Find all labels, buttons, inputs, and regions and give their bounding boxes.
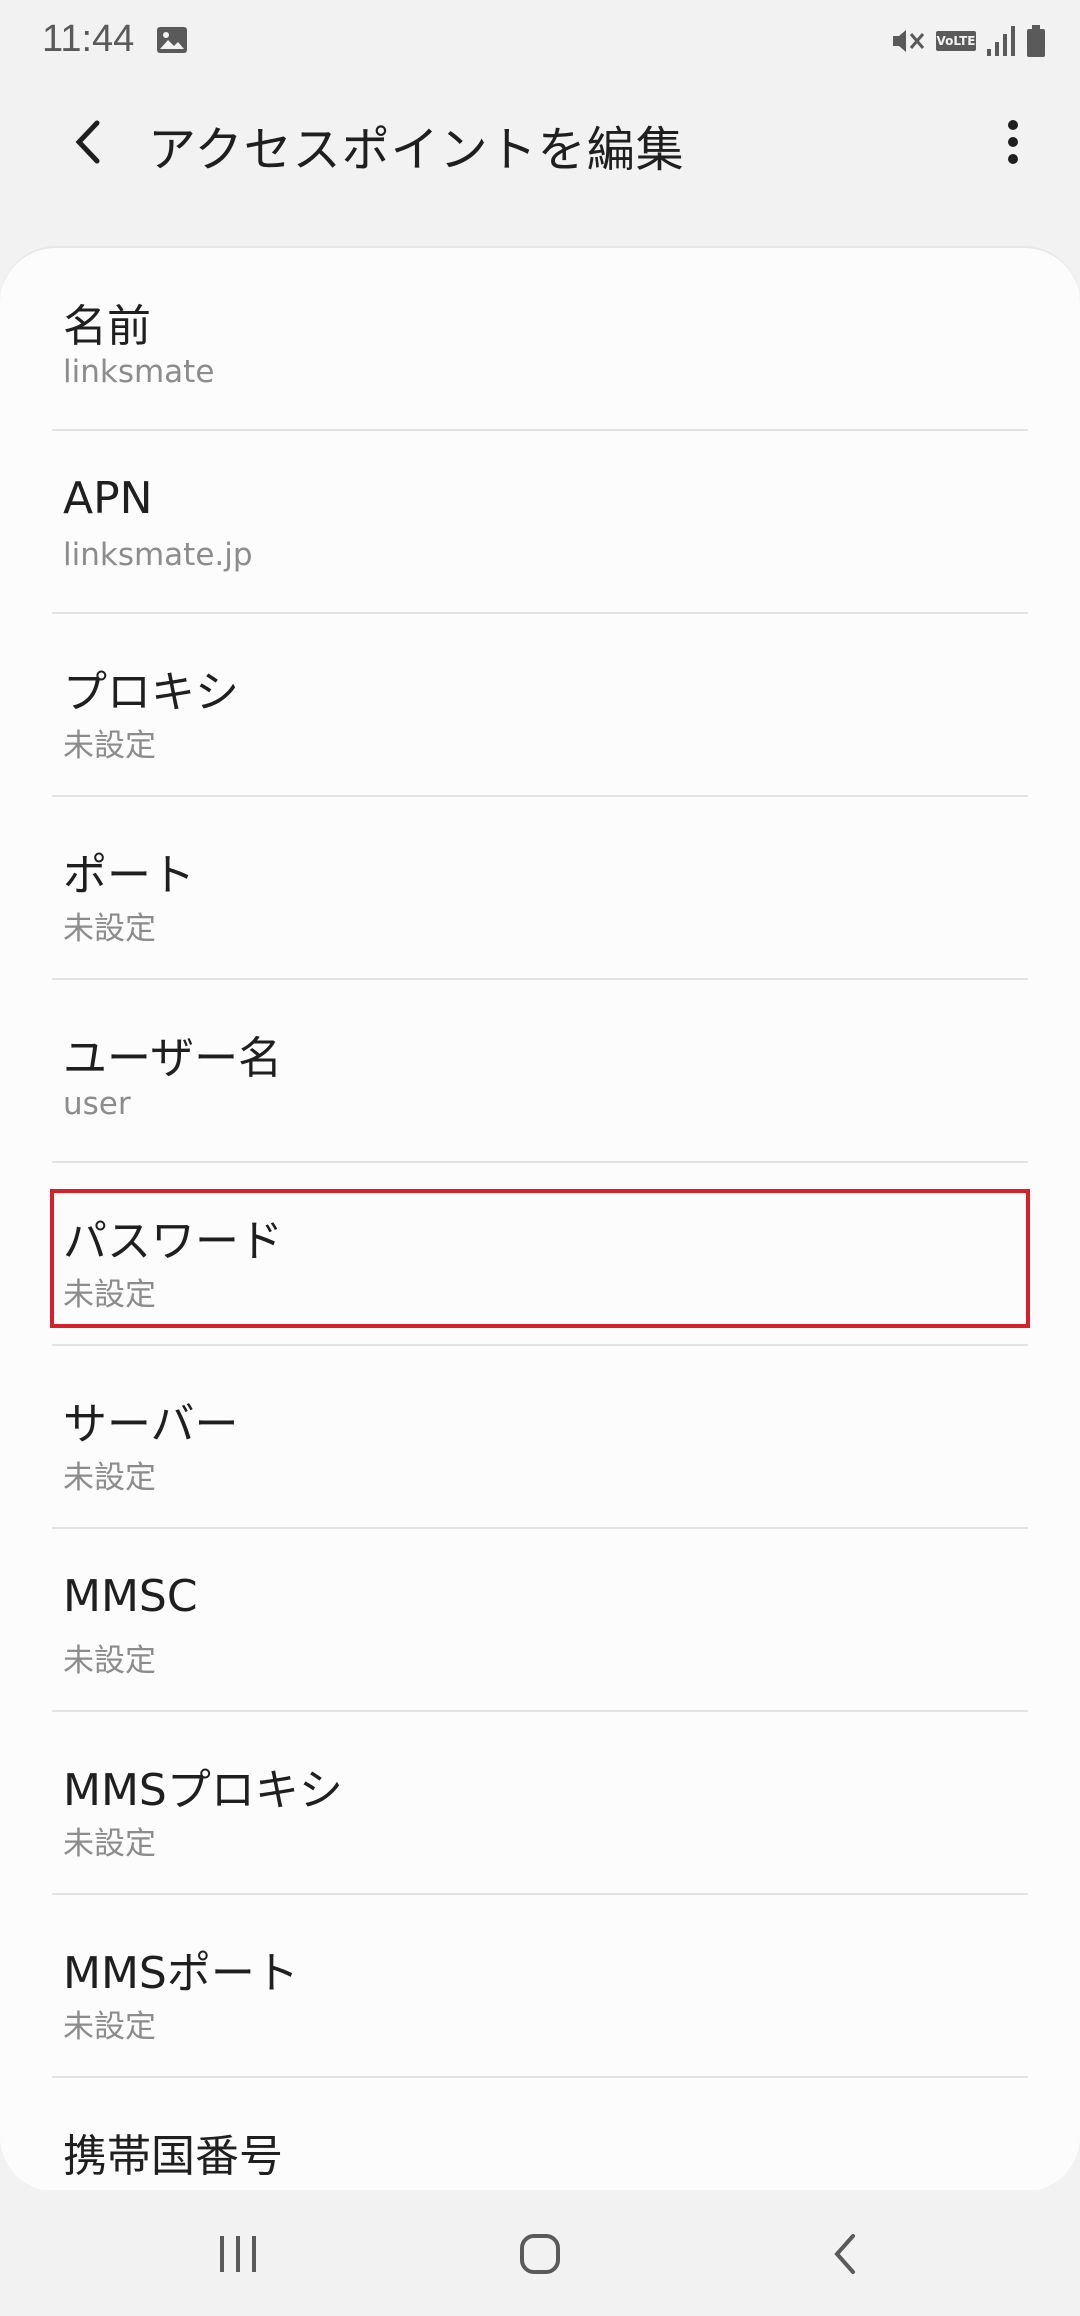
item-title: MMSC (63, 1571, 198, 1622)
chevron-left-icon (75, 120, 100, 164)
item-value: 未設定 (63, 911, 156, 947)
list-item-username[interactable]: ユーザー名 user (0, 980, 1080, 1163)
list-item-proxy[interactable]: プロキシ 未設定 (0, 614, 1080, 797)
recent-apps-icon (220, 2236, 256, 2272)
signal-icon (987, 26, 1015, 56)
item-value: linksmate (63, 354, 215, 390)
status-bar: 11:44 VoLTE (0, 0, 1080, 82)
list-item-server[interactable]: サーバー 未設定 (0, 1346, 1080, 1529)
list-item-mms-proxy[interactable]: MMSプロキシ 未設定 (0, 1712, 1080, 1895)
back-nav-button[interactable] (804, 2216, 884, 2292)
page-title: アクセスポイントを編集 (148, 122, 685, 178)
item-title: APN (63, 473, 153, 524)
item-value: 未設定 (63, 2009, 156, 2045)
item-title: サーバー (63, 1399, 239, 1450)
item-value: 未設定 (63, 1826, 156, 1862)
item-title: ユーザー名 (63, 1033, 283, 1084)
item-title: 名前 (63, 301, 151, 352)
navigation-bar (0, 2190, 1080, 2316)
gallery-icon (157, 27, 187, 53)
item-value: linksmate.jp (63, 537, 253, 573)
home-icon (520, 2234, 560, 2274)
item-value: user (63, 1086, 131, 1122)
item-title: 携帯国番号 (63, 2131, 283, 2182)
recent-apps-button[interactable] (198, 2216, 278, 2292)
list-item-mmsc[interactable]: MMSC 未設定 (0, 1529, 1080, 1712)
back-button[interactable] (52, 104, 122, 180)
more-vertical-icon (1008, 120, 1018, 164)
item-value: 未設定 (63, 1460, 156, 1496)
apn-settings-list: 名前 linksmate APN linksmate.jp プロキシ 未設定 ポ… (0, 246, 1080, 2192)
item-title: パスワード (63, 1216, 283, 1267)
list-item-mcc[interactable]: 携帯国番号 (0, 2078, 1080, 2192)
item-title: MMSポート (63, 1948, 299, 1999)
status-icons: VoLTE (890, 22, 1046, 60)
list-item-apn[interactable]: APN linksmate.jp (0, 431, 1080, 614)
home-button[interactable] (500, 2216, 580, 2292)
list-item-mms-port[interactable]: MMSポート 未設定 (0, 1895, 1080, 2078)
item-value: 未設定 (63, 728, 156, 764)
item-value: 未設定 (63, 1277, 156, 1313)
list-item-password[interactable]: パスワード 未設定 (0, 1163, 1080, 1346)
volte-label: VoLTE (936, 34, 976, 48)
volte-icon: VoLTE (936, 31, 976, 51)
status-time: 11:44 (42, 18, 135, 60)
list-item-name[interactable]: 名前 linksmate (0, 248, 1080, 431)
list-item-port[interactable]: ポート 未設定 (0, 797, 1080, 980)
app-bar: アクセスポイントを編集 (0, 82, 1080, 202)
item-title: ポート (63, 850, 195, 901)
battery-icon (1027, 25, 1045, 57)
back-icon (834, 2234, 855, 2274)
item-value: 未設定 (63, 1643, 156, 1679)
mute-vibrate-icon (893, 30, 925, 52)
item-title: プロキシ (63, 667, 239, 718)
more-options-button[interactable] (978, 104, 1048, 180)
item-title: MMSプロキシ (63, 1765, 343, 1816)
